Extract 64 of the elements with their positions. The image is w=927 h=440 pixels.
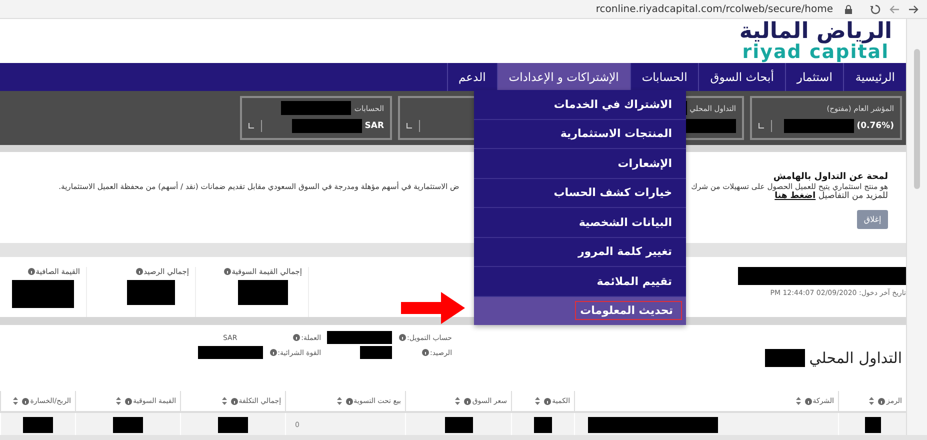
- info-icon: [28, 268, 35, 275]
- sort-icon: [336, 397, 342, 405]
- redacted-block: [218, 417, 248, 433]
- sort-icon: [13, 397, 18, 405]
- sort-icon: [869, 397, 874, 405]
- menu-item[interactable]: البيانات الشخصية: [474, 208, 686, 238]
- info-icon: [878, 398, 886, 404]
- nav-tab[interactable]: الإشتراكات و الإعدادات: [496, 63, 630, 91]
- redacted-block: [12, 280, 74, 308]
- redacted-block: [198, 346, 263, 359]
- lock-icon: [845, 4, 852, 14]
- forward-icon: [908, 4, 919, 14]
- sort-icon: [116, 397, 122, 405]
- menu-item[interactable]: الإشعارات: [474, 149, 686, 178]
- corner-icon: [758, 123, 764, 129]
- info-icon: [464, 398, 472, 404]
- arrow-icon: [401, 292, 465, 324]
- menu-item[interactable]: المنتجات الاستثمارية: [474, 120, 686, 149]
- stat-value: (0.76%): [856, 121, 894, 131]
- info-icon: [804, 398, 812, 404]
- menu-item[interactable]: تحديث المعلومات: [474, 296, 686, 325]
- info-icon: [125, 398, 132, 404]
- redacted-block: [864, 417, 881, 433]
- info-icon: [136, 268, 143, 275]
- info-icon: [22, 398, 30, 404]
- redacted-block: [238, 280, 288, 305]
- more-text: للمزيد من التفاصيل: [817, 191, 888, 201]
- redacted-block: [534, 417, 552, 433]
- sort-icon: [796, 397, 801, 405]
- info-icon: [346, 398, 353, 404]
- menu-item[interactable]: الاشتراك في الخدمات: [474, 90, 686, 120]
- info-icon: [230, 398, 238, 404]
- redacted-block: [23, 417, 54, 433]
- info-icon: [293, 334, 300, 341]
- sort-icon: [222, 397, 227, 405]
- menu-item[interactable]: خيارات كشف الحساب: [474, 178, 686, 208]
- section-title: التداول المحلي: [809, 349, 902, 367]
- info-icon: [224, 268, 231, 275]
- corner-icon: [406, 123, 412, 129]
- logo-latin: riyad capital: [742, 42, 890, 62]
- url-text: rconline.riyadcapital.com/rcolweb/secure/home: [596, 4, 833, 14]
- redacted-block: [292, 119, 362, 133]
- redacted-block: [360, 346, 392, 359]
- logo-arabic: الرياض المالية: [739, 20, 892, 42]
- scrollbar-thumb[interactable]: [914, 49, 920, 189]
- redacted-block: [327, 331, 392, 344]
- redacted-block: [444, 417, 473, 433]
- info-icon: [422, 349, 429, 356]
- stat-value: SAR: [364, 121, 384, 131]
- notice-title: لمحة عن التداول بالهامش: [772, 172, 888, 182]
- info-icon: [270, 349, 277, 356]
- redacted-block: [765, 349, 806, 367]
- menu-item[interactable]: تغيير كلمة المرور: [474, 238, 686, 267]
- corner-icon: [248, 123, 254, 129]
- info-icon: [544, 398, 552, 404]
- sort-icon: [535, 397, 540, 405]
- info-icon: [399, 334, 406, 341]
- sort-icon: [455, 397, 460, 405]
- redacted-block: [113, 417, 144, 433]
- reload-icon: [870, 4, 881, 14]
- redacted-block: [784, 119, 854, 133]
- redacted-block: [127, 280, 175, 305]
- details-link[interactable]: اضغط هنا: [774, 191, 816, 201]
- back-icon: [889, 4, 900, 14]
